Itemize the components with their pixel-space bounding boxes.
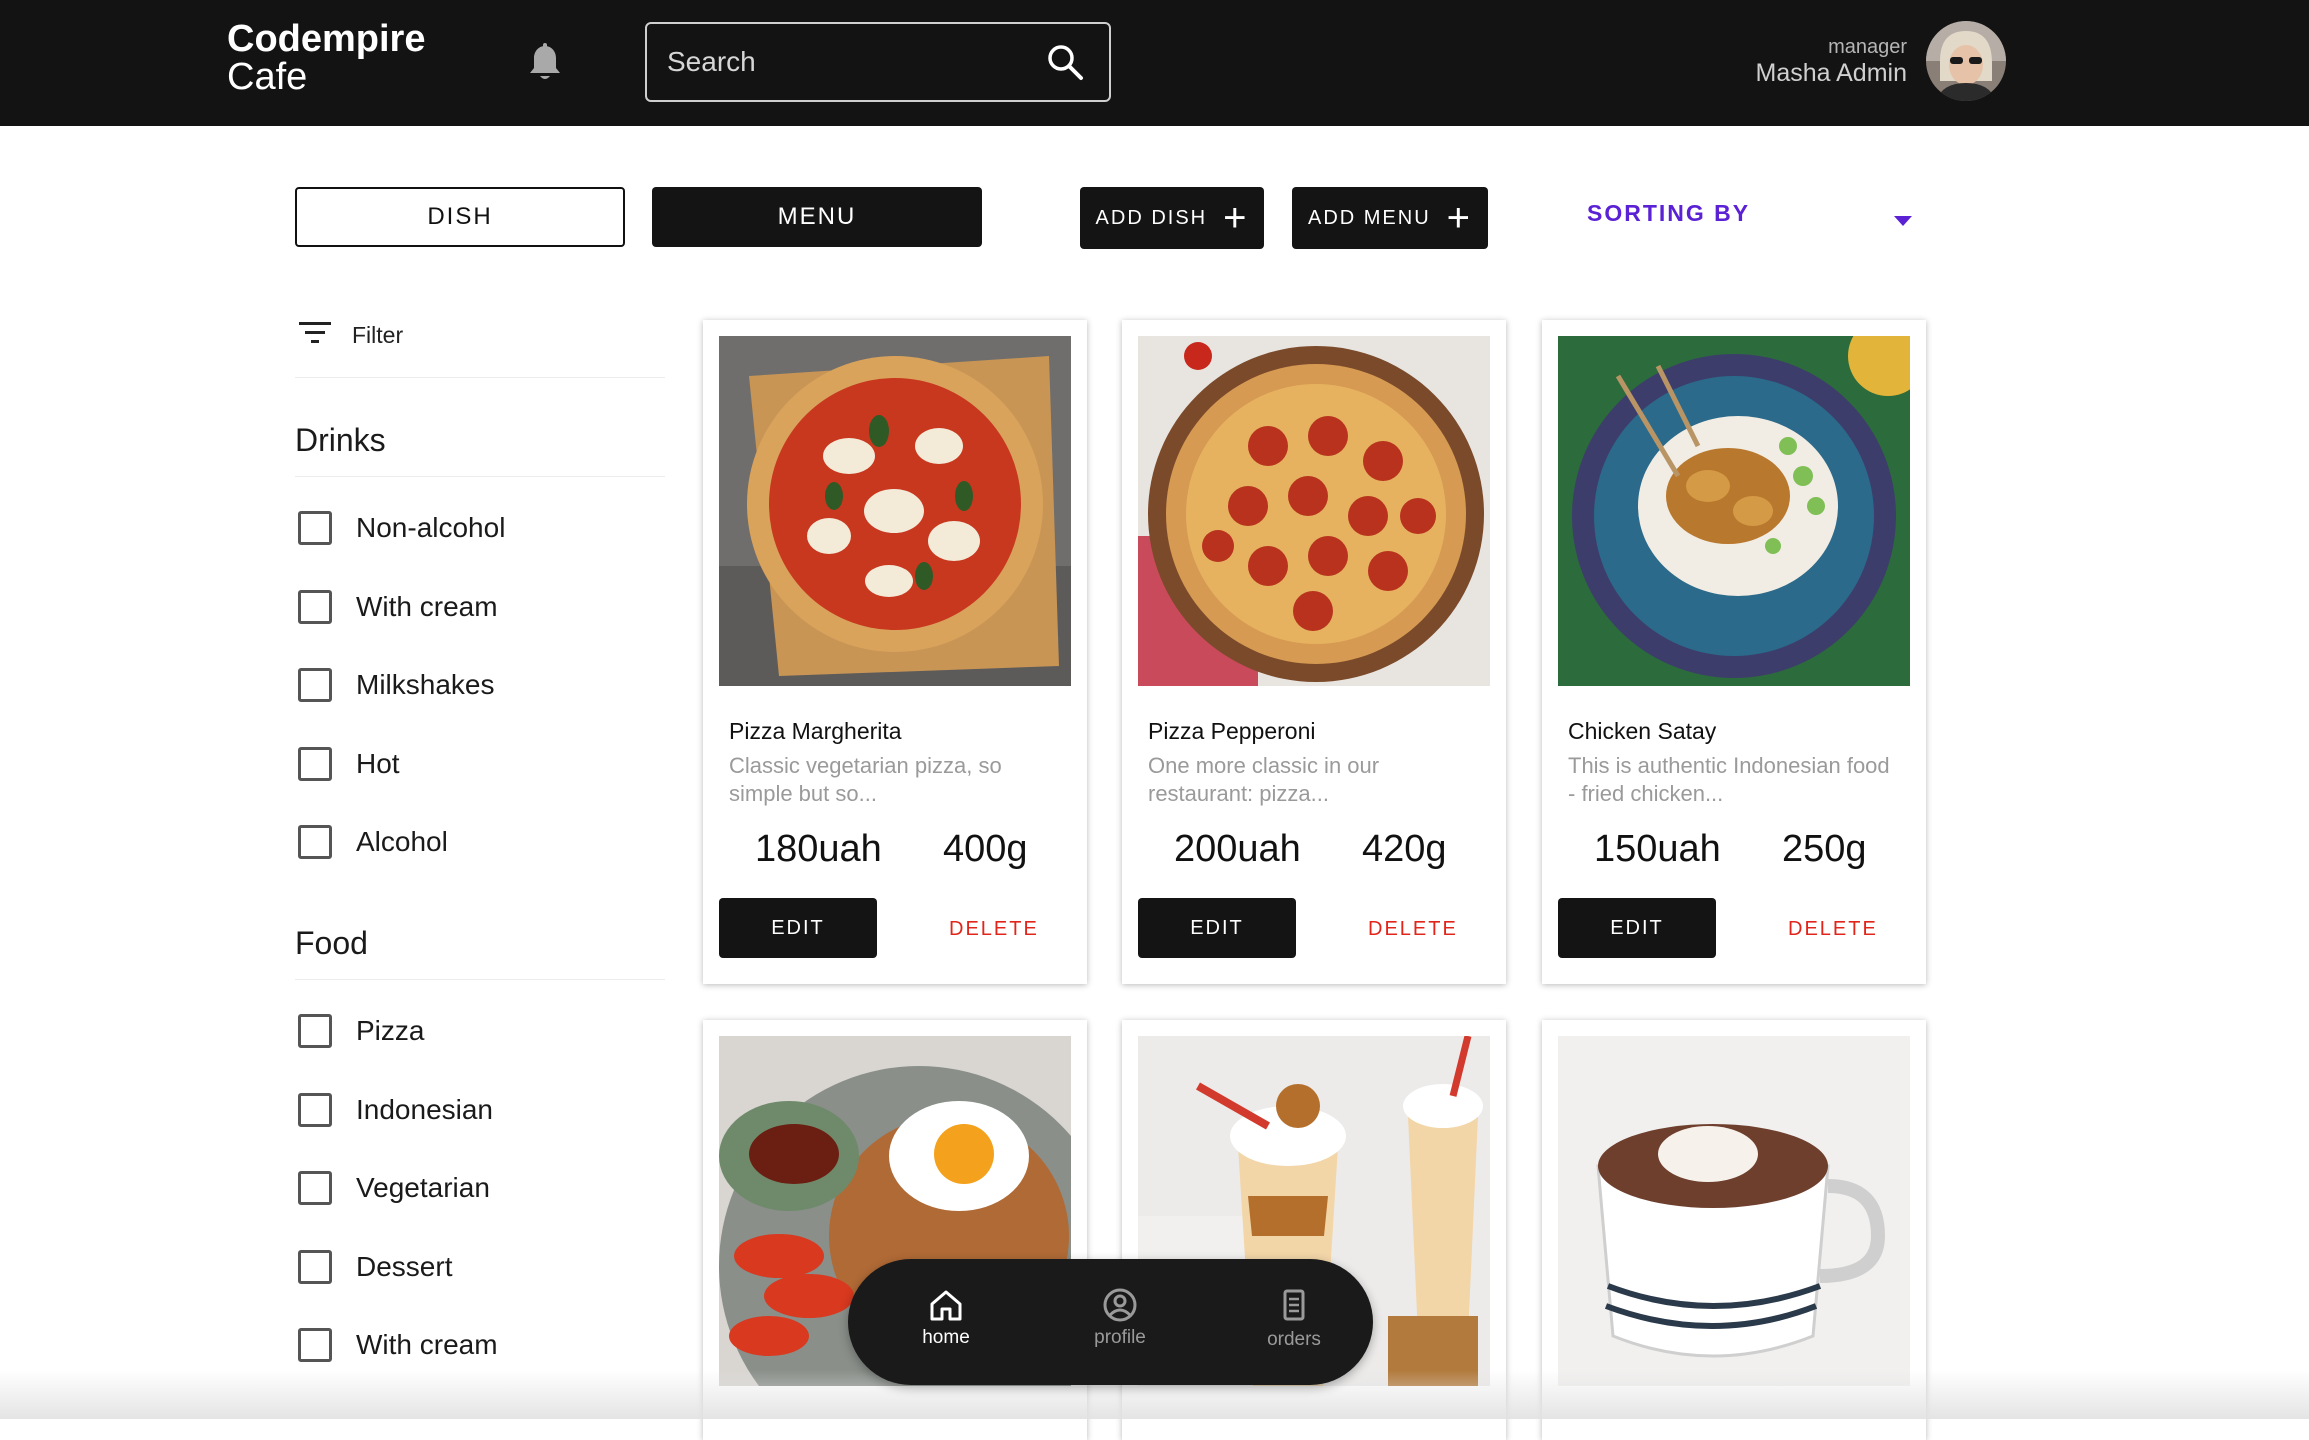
checkbox-row-indonesian[interactable]: Indonesian [298, 1093, 493, 1127]
delete-button[interactable]: DELETE [1788, 918, 1878, 941]
brand-logo[interactable]: Codempire Cafe [227, 20, 425, 96]
checkbox[interactable] [298, 1328, 332, 1362]
delete-button[interactable]: DELETE [949, 918, 1039, 941]
dish-price: 200uah [1174, 828, 1301, 870]
checkbox-row-dessert[interactable]: Dessert [298, 1250, 452, 1284]
edit-button[interactable]: EDIT [1558, 898, 1716, 958]
nav-label-profile: profile [1094, 1327, 1146, 1348]
divider [295, 979, 665, 980]
divider [295, 377, 665, 378]
checkbox-label: Non-alcohol [356, 512, 506, 543]
dish-description: This is authentic Indonesian food - frie… [1568, 753, 1890, 806]
search-box [645, 22, 1111, 102]
add-dish-label: ADD DISH [1095, 206, 1208, 229]
dish-price: 180uah [755, 828, 882, 870]
group-title-drinks: Drinks [295, 422, 386, 458]
nav-item-home[interactable]: home [886, 1287, 1006, 1349]
dish-price: 150uah [1594, 828, 1721, 870]
divider [295, 476, 665, 477]
bell-icon[interactable] [527, 42, 563, 84]
nav-label-home: home [922, 1327, 970, 1348]
dish-card: Chicken Satay This is authentic Indonesi… [1542, 320, 1926, 984]
checkbox-row-pizza[interactable]: Pizza [298, 1014, 424, 1048]
orders-icon [1283, 1289, 1305, 1321]
dish-title: Pizza Pepperoni [1148, 718, 1316, 744]
sorting-dropdown-label[interactable]: SORTING BY [1587, 200, 1750, 227]
checkbox-label: Alcohol [356, 826, 448, 857]
checkbox[interactable] [298, 590, 332, 624]
filter-toggle[interactable]: Filter [298, 320, 403, 351]
checkbox[interactable] [298, 1014, 332, 1048]
brand-name-line2: Cafe [227, 56, 308, 98]
checkbox-label: With cream [356, 591, 498, 622]
profile-icon [1103, 1288, 1137, 1322]
dish-image[interactable] [719, 336, 1071, 686]
caret-down-icon[interactable] [1894, 216, 1912, 226]
dish-title: Pizza Margherita [729, 718, 902, 744]
menu-tab-button[interactable]: MENU [652, 187, 982, 247]
brand-name-line1: Codempire [227, 18, 426, 60]
checkbox-label: Dessert [356, 1251, 453, 1282]
add-menu-label: ADD MENU [1307, 206, 1431, 229]
checkbox[interactable] [298, 511, 332, 545]
dish-image[interactable] [1558, 1036, 1910, 1386]
checkbox-row-non-alcohol[interactable]: Non-alcohol [298, 511, 505, 545]
checkbox-row-with-cream[interactable]: With cream [298, 590, 498, 624]
group-title-food: Food [295, 925, 368, 961]
dish-weight: 420g [1362, 828, 1447, 870]
home-icon [930, 1290, 962, 1321]
dish-description: One more classic in our restaurant: pizz… [1148, 753, 1380, 806]
user-name: Masha Admin [1755, 59, 1907, 87]
search-icon[interactable] [1045, 42, 1085, 82]
nav-item-orders[interactable]: orders [1234, 1287, 1354, 1351]
checkbox[interactable] [298, 1250, 332, 1284]
nav-item-profile[interactable]: profile [1060, 1287, 1180, 1349]
avatar[interactable] [1926, 21, 2006, 101]
dish-card: Pizza Pepperoni One more classic in our … [1122, 320, 1506, 984]
checkbox[interactable] [298, 668, 332, 702]
checkbox-label: Pizza [356, 1015, 425, 1046]
checkbox[interactable] [298, 747, 332, 781]
checkbox[interactable] [298, 1171, 332, 1205]
search-input[interactable] [667, 40, 1027, 84]
checkbox-label: Vegetarian [356, 1172, 490, 1203]
dish-image[interactable] [1138, 336, 1490, 686]
checkbox-row-with-cream[interactable]: With cream [298, 1328, 498, 1362]
delete-button[interactable]: DELETE [1368, 918, 1458, 941]
dish-weight: 250g [1782, 828, 1867, 870]
filter-icon [298, 320, 332, 351]
checkbox-label: Indonesian [356, 1094, 494, 1125]
plus-icon: + [1223, 196, 1249, 240]
checkbox-label: Hot [356, 748, 400, 779]
edit-button[interactable]: EDIT [1138, 898, 1296, 958]
dish-description: Classic vegetarian pizza, so simple but … [729, 753, 1002, 806]
dish-card: Pizza Margherita Classic vegetarian pizz… [703, 320, 1087, 984]
add-menu-button[interactable]: ADD MENU + [1292, 187, 1488, 249]
dish-title: Chicken Satay [1568, 718, 1717, 744]
checkbox-label: Milkshakes [356, 669, 495, 700]
nav-label-orders: orders [1267, 1329, 1321, 1350]
checkbox-row-vegetarian[interactable]: Vegetarian [298, 1171, 490, 1205]
dish-tab-button[interactable]: DISH [295, 187, 625, 247]
checkbox[interactable] [298, 825, 332, 859]
add-dish-button[interactable]: ADD DISH + [1080, 187, 1264, 249]
user-role: manager [1828, 36, 1907, 58]
dish-image[interactable] [1558, 336, 1910, 686]
top-header: Codempire Cafe manager Masha Admin [0, 0, 2309, 126]
checkbox-label: With cream [356, 1329, 498, 1360]
edit-button[interactable]: EDIT [719, 898, 877, 958]
dish-weight: 400g [943, 828, 1028, 870]
checkbox-row-milkshakes[interactable]: Milkshakes [298, 668, 494, 702]
checkbox-row-alcohol[interactable]: Alcohol [298, 825, 448, 859]
bottom-navigation: home profile orders [848, 1259, 1373, 1385]
filter-label: Filter [352, 322, 404, 348]
plus-icon: + [1446, 196, 1473, 240]
checkbox[interactable] [298, 1093, 332, 1127]
checkbox-row-hot[interactable]: Hot [298, 747, 400, 781]
user-info: manager Masha Admin [1756, 36, 1907, 88]
